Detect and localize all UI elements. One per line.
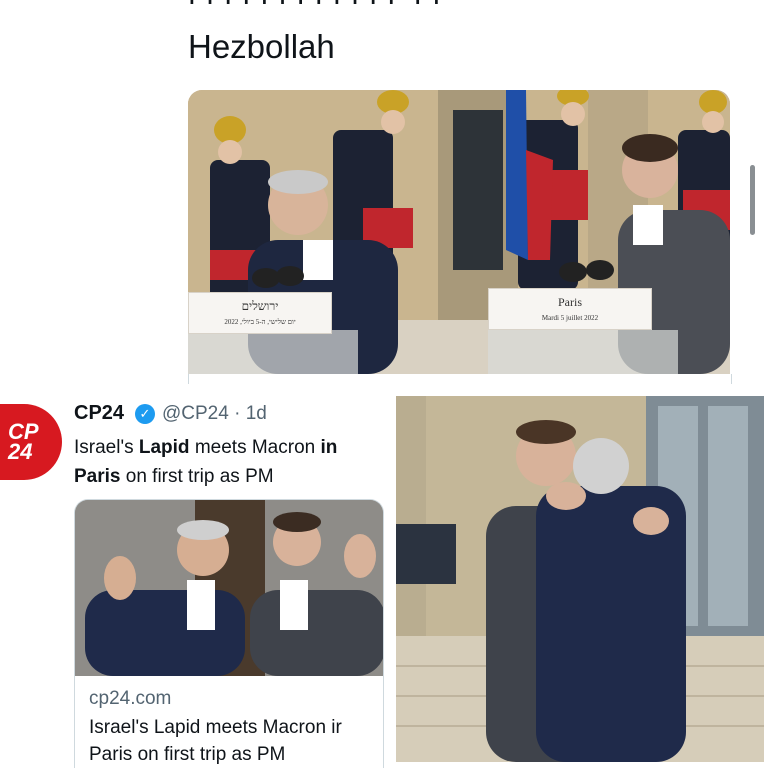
link-preview-card[interactable]: cp24.com Israel's Lapid meets Macron ir … [74,499,384,768]
tweet-text-bold: Lapid [138,437,190,458]
link-preview-image [75,500,383,676]
tweet-text-part: Israel's [74,437,139,458]
tweet-text-part: on first trip as PM [120,466,274,487]
tweet-text-bold: Paris [74,466,121,487]
link-preview-domain: cp24.com [89,688,172,709]
podium-sign-right-line1: Paris [558,295,582,309]
tweet-text: Israel's Lapid meets Macron in Paris on f… [74,433,384,491]
link-preview-title-line: Paris on first trip as PM [89,744,286,765]
podium-sign-right-line2: Mardi 5 juillet 2022 [541,314,599,322]
link-preview-title-line: Israel's Lapid meets Macron ir [89,717,342,738]
cp24-logo-text: CP 24 [8,419,38,464]
tweet-text-bold: in [320,437,338,458]
post-headline: Hezbollah [188,28,335,65]
podium-sign-left-line1: ירושלים [241,299,279,313]
embrace-illustration [396,396,764,762]
cp24-logo[interactable]: CP 24 [0,404,62,480]
two-men-waving-illustration [75,500,383,676]
press-conference-photo[interactable]: ירושלים 2022 ,יום שלישי, ה-5 ביולי Paris… [188,90,730,374]
podium-sign-left: ירושלים 2022 ,יום שלישי, ה-5 ביולי [188,292,332,334]
cutoff-text-line: ו ד ו ו ו ו ו ו ו ו ו ו ו ו [188,0,708,14]
link-preview-title: Israel's Lapid meets Macron ir Paris on … [89,714,383,768]
tweet-handle-time[interactable]: @CP24 · 1d [162,403,267,425]
photo-card-edge [188,374,732,384]
scrollbar-thumb[interactable] [750,165,755,235]
tweet-text-part: meets Macron [189,437,321,458]
embrace-photo [396,396,764,762]
podium-sign-left-line2: 2022 ,יום שלישי, ה-5 ביולי [224,318,296,326]
verified-badge-icon: ✓ [135,404,155,424]
tweet-author-name[interactable]: CP24 [74,402,124,425]
podium-sign-right: Paris Mardi 5 juillet 2022 [488,288,652,330]
